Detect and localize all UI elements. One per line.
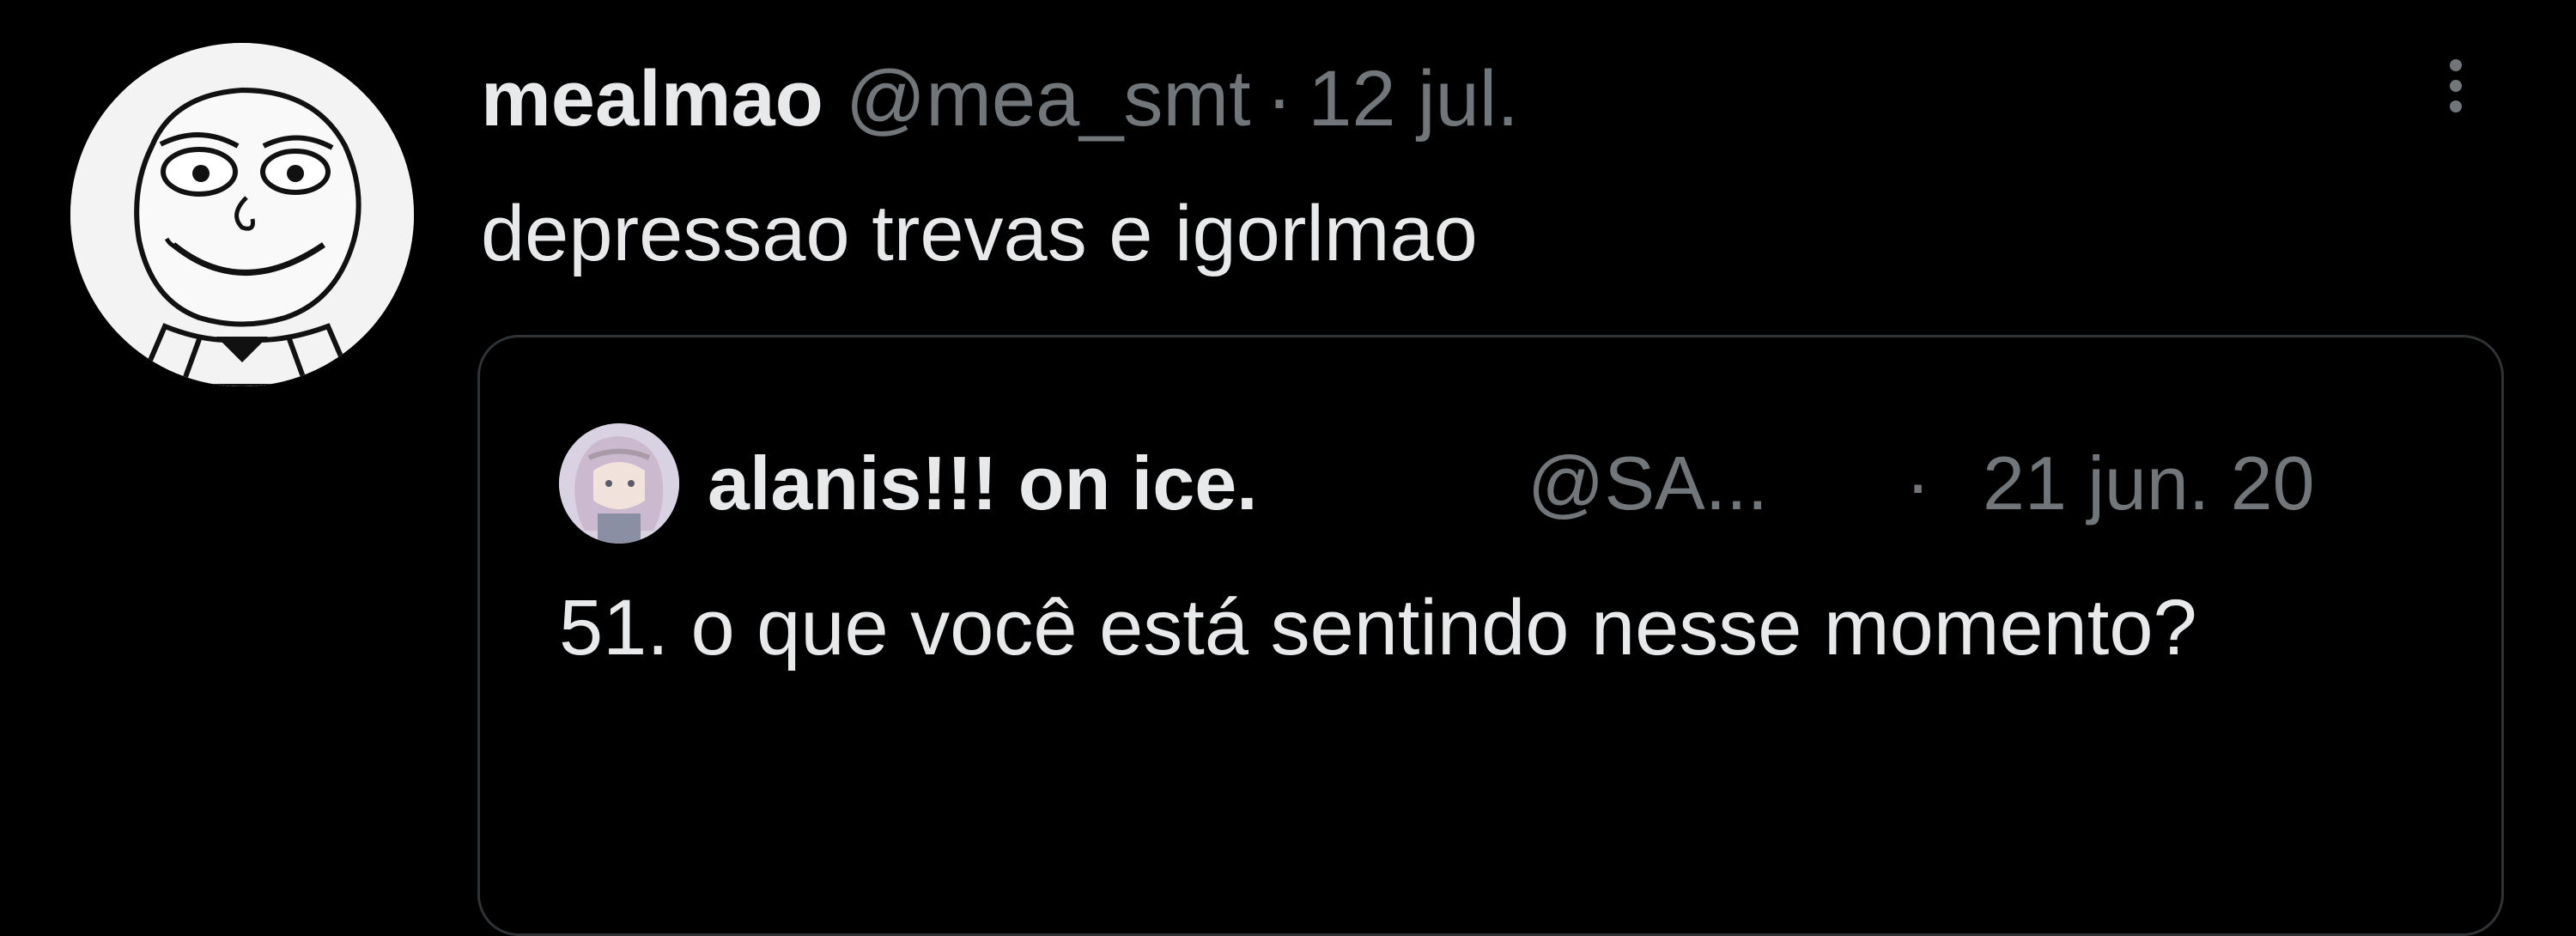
more-dot xyxy=(2450,59,2462,71)
quoted-tweet-text: 51. o que você está sentindo nesse momen… xyxy=(559,584,2197,672)
header-separator: · xyxy=(1266,54,1293,143)
quoted-tweet-card[interactable]: alanis!!! on ice. @SA... · 21 jun. 20 51… xyxy=(477,335,2504,936)
author-display-name[interactable]: mealmao xyxy=(481,54,823,144)
anime-character-avatar-icon xyxy=(559,423,679,544)
author-handle[interactable]: @mea_smt xyxy=(846,54,1251,144)
more-options-icon[interactable] xyxy=(2430,43,2482,129)
more-dot xyxy=(2450,80,2462,92)
author-avatar[interactable] xyxy=(70,43,414,386)
quoted-author-avatar[interactable] xyxy=(559,423,679,544)
tweet-date[interactable]: 12 jul. xyxy=(1308,54,1519,144)
quoted-author-display-name[interactable]: alanis!!! on ice. xyxy=(708,441,1258,526)
tweet-text: depressao trevas e igorlmao xyxy=(481,190,1478,277)
quoted-header-separator: · xyxy=(1905,441,1931,526)
tweet: mealmao @mea_smt · 12 jul. depressao tre… xyxy=(0,0,2576,936)
quoted-author-handle[interactable]: @SA... xyxy=(1528,441,1768,526)
more-dot xyxy=(2450,100,2462,112)
quoted-tweet-date[interactable]: 21 jun. 20 xyxy=(1983,441,2315,526)
tweet-header: mealmao @mea_smt · 12 jul. xyxy=(481,47,1519,150)
rage-comic-face-avatar-icon xyxy=(70,43,414,386)
